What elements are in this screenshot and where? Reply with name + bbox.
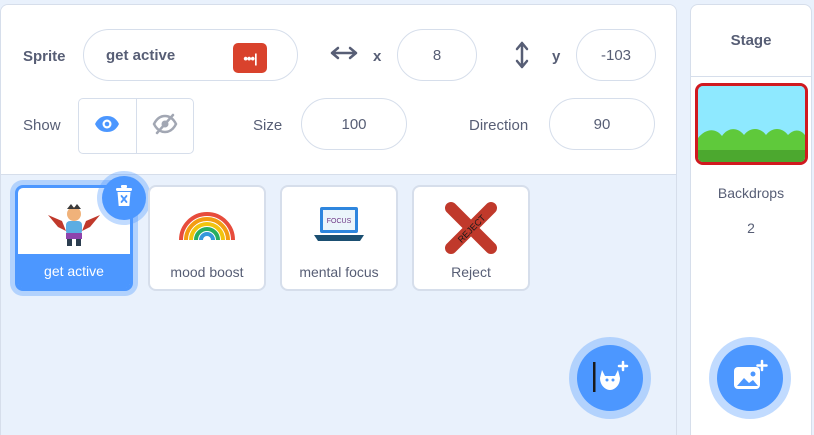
sprite-tile-label: Reject bbox=[451, 264, 491, 280]
sprite-name-badge: •••| bbox=[233, 43, 267, 73]
direction-label: Direction bbox=[469, 117, 529, 134]
sprite-label: Sprite bbox=[23, 48, 66, 65]
sprite-tile-mental-focus[interactable]: FOCUS mental focus bbox=[280, 185, 398, 291]
choose-sprite-button[interactable] bbox=[577, 345, 643, 411]
show-toggle-group bbox=[78, 98, 194, 154]
show-hidden-button[interactable] bbox=[135, 99, 193, 153]
backdrops-label: Backdrops bbox=[717, 185, 785, 201]
size-label: Size bbox=[253, 117, 283, 134]
size-value: 100 bbox=[341, 115, 367, 133]
show-label: Show bbox=[23, 117, 61, 134]
focus-screen-text: FOCUS bbox=[327, 218, 352, 225]
y-value: -103 bbox=[600, 46, 632, 64]
direction-input[interactable]: 90 bbox=[549, 98, 655, 150]
cat-add-icon bbox=[590, 358, 630, 399]
size-input[interactable]: 100 bbox=[301, 98, 407, 150]
sprite-info-panel: Sprite get active •••| x 8 y -103 Show S… bbox=[1, 5, 676, 175]
sprite-tile-label: mood boost bbox=[170, 264, 244, 280]
rainbow-sprite-icon bbox=[150, 199, 264, 249]
reject-x-sprite-icon: REJECT bbox=[414, 199, 528, 254]
stage-title: Stage bbox=[691, 5, 811, 77]
stage-backdrop-thumbnail[interactable] bbox=[695, 83, 808, 165]
grass-hills-icon bbox=[698, 86, 805, 162]
eye-slash-icon bbox=[152, 113, 178, 140]
sprite-tile-mood-boost[interactable]: mood boost bbox=[148, 185, 266, 291]
x-arrows-icon bbox=[330, 45, 358, 66]
choose-backdrop-button[interactable] bbox=[717, 345, 783, 411]
x-value: 8 bbox=[432, 46, 442, 64]
show-visible-button[interactable] bbox=[79, 99, 136, 153]
x-label: x bbox=[373, 48, 382, 65]
y-input[interactable]: -103 bbox=[576, 29, 656, 81]
image-add-icon bbox=[731, 359, 769, 398]
sprite-tile-label: mental focus bbox=[299, 264, 379, 280]
direction-value: 90 bbox=[593, 115, 611, 133]
backdrops-count: 2 bbox=[747, 220, 755, 236]
trash-icon bbox=[113, 184, 135, 213]
y-arrows-icon bbox=[514, 41, 530, 74]
sprite-tile-label: get active bbox=[18, 254, 130, 288]
sprite-name-value: get active bbox=[106, 46, 176, 64]
sprite-tile-reject[interactable]: REJECT Reject bbox=[412, 185, 530, 291]
eye-icon bbox=[94, 115, 120, 138]
delete-sprite-button[interactable] bbox=[102, 176, 146, 220]
x-input[interactable]: 8 bbox=[397, 29, 477, 81]
y-label: y bbox=[552, 48, 561, 65]
laptop-sprite-icon: FOCUS bbox=[282, 199, 396, 249]
